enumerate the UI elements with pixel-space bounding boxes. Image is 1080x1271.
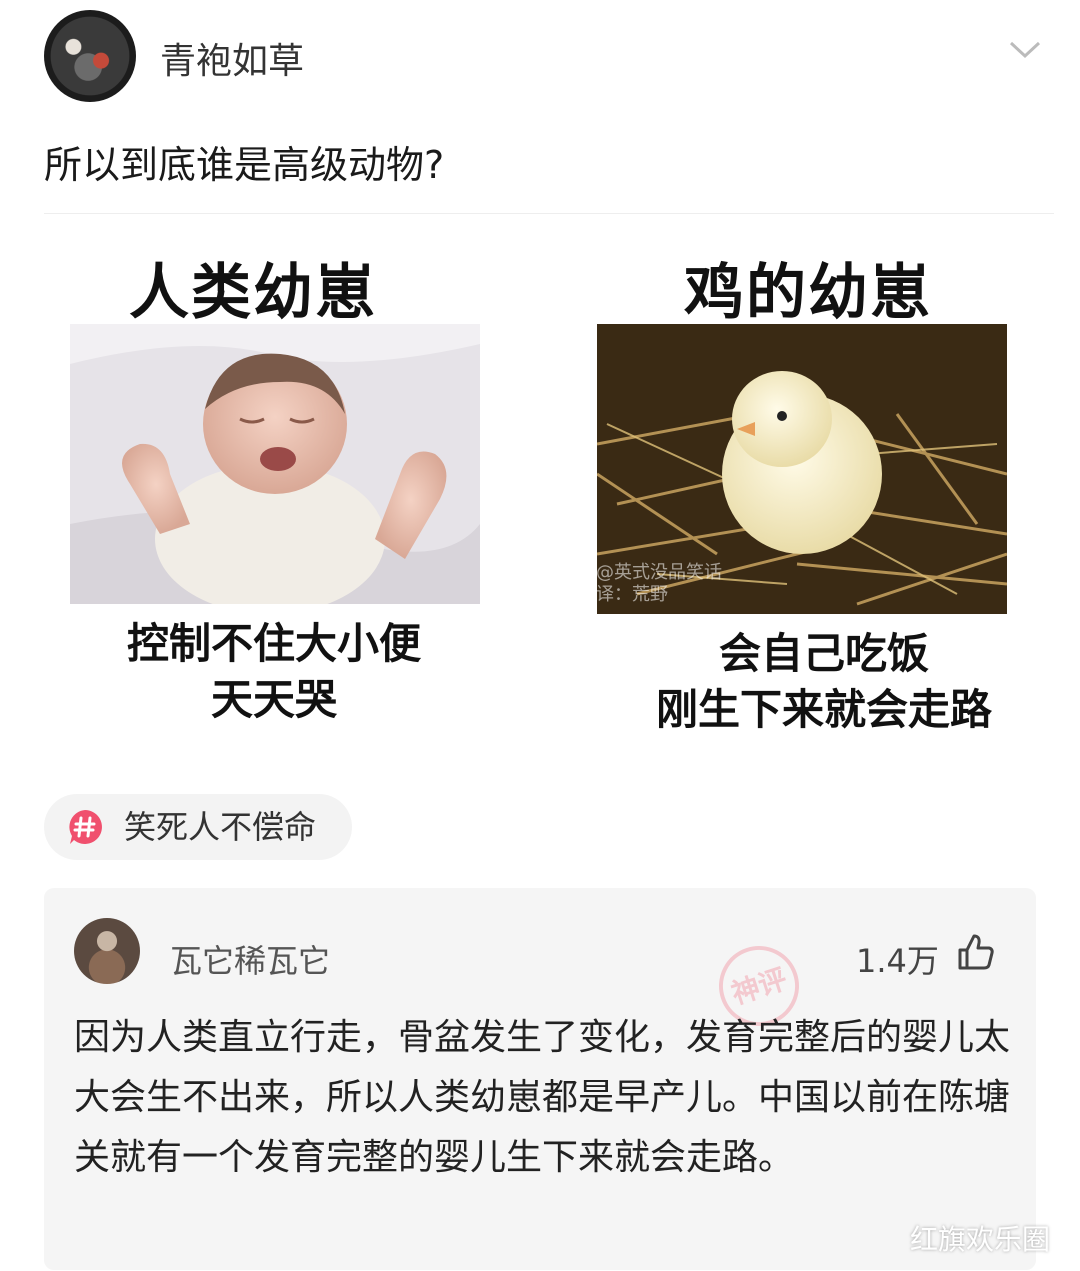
topic-tag[interactable]: 笑死人不偿命 bbox=[44, 794, 353, 860]
crying-baby-photo bbox=[70, 324, 480, 604]
caption-chick: 会自己吃饭 刚生下来就会走路 bbox=[655, 629, 992, 734]
meme-image[interactable]: 人类幼崽 鸡的幼崽 @英式没品笑话 译：荒野 控制不住大小便 天天哭 会自己吃饭… bbox=[44, 213, 1054, 764]
author-name[interactable]: 青袍如草 bbox=[160, 32, 304, 84]
meme-title-human: 人类幼崽 bbox=[129, 258, 377, 328]
image-watermark: @英式没品笑话 译：荒野 bbox=[596, 562, 722, 605]
topic-tag-label: 笑死人不偿命 bbox=[124, 808, 317, 846]
like-count: 1.4万 bbox=[856, 942, 939, 980]
commenter-name[interactable]: 瓦它稀瓦它 bbox=[170, 936, 330, 982]
chevron-down-icon[interactable] bbox=[1005, 38, 1045, 62]
meme-title-chick: 鸡的幼崽 bbox=[684, 258, 932, 328]
caption-human: 控制不住大小便 天天哭 bbox=[126, 619, 421, 724]
top-comment: 瓦它稀瓦它 神评 1.4万 因为人类直立行走，骨盆发生了变化，发育完整后的婴儿太… bbox=[44, 888, 1036, 1270]
site-watermark: 红旗欢乐圈 bbox=[910, 1223, 1051, 1256]
post-text: 所以到底谁是高级动物? bbox=[44, 143, 445, 187]
comment-text: 因为人类直立行走，骨盆发生了变化，发育完整后的婴儿太大会生不出来，所以人类幼崽都… bbox=[74, 1017, 1011, 1178]
thumbs-up-icon[interactable] bbox=[956, 932, 996, 972]
hash-topic-icon bbox=[69, 810, 102, 844]
stamp-text: 神评 bbox=[727, 962, 790, 1011]
author-avatar[interactable] bbox=[44, 10, 136, 102]
commenter-avatar[interactable] bbox=[74, 918, 140, 984]
